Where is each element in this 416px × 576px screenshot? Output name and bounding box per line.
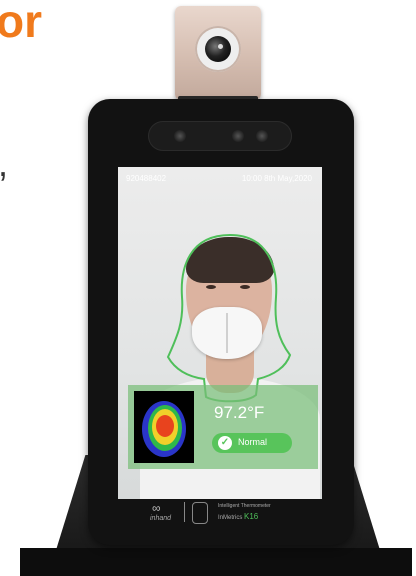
datetime: 10:00 8th May,2020 (241, 174, 312, 183)
temperature-reading: 97.2°F (214, 403, 265, 422)
headline-fragment: or (0, 0, 42, 47)
product-name: Intelligent Thermometer (218, 503, 271, 509)
device-id: 920488402 (126, 174, 167, 183)
status-row: 920488402 10:00 8th May,2020 (118, 167, 322, 191)
camera-lens-ring (195, 26, 241, 72)
thermal-camera-module (175, 6, 261, 100)
model-number: K16 (244, 512, 259, 521)
thermometer-icon (192, 502, 208, 524)
product-model-line: InMetrics K16 (218, 512, 258, 521)
brand-row: ∞ inhand Intelligent Thermometer InMetri… (88, 499, 354, 529)
brand-logo: ∞ inhand (150, 501, 176, 525)
brand-logo-text: inhand (150, 515, 172, 522)
status-label: Normal (238, 437, 268, 447)
ir-sensor-right (256, 130, 268, 142)
thermal-image (134, 391, 194, 463)
thermal-heat-hot (156, 415, 174, 437)
sensor-bar (148, 121, 292, 151)
brand-divider (184, 502, 185, 522)
lens-glint (218, 44, 223, 49)
stand-bottom (20, 548, 412, 576)
ir-sensor-left (174, 130, 186, 142)
temperature-result-panel: 97.2°F ✓ Normal (128, 385, 318, 469)
status-badge: ✓ Normal (212, 433, 292, 453)
ir-sensor-mid (232, 130, 244, 142)
headline-comma: , (0, 146, 8, 182)
check-icon: ✓ (218, 436, 232, 450)
thermometer-device: 920488402 10:00 8th May,2020 97.2°F ✓ No… (88, 99, 354, 545)
product-series: InMetrics (218, 515, 243, 521)
device-screen: 920488402 10:00 8th May,2020 97.2°F ✓ No… (118, 167, 322, 499)
camera-lens (205, 36, 231, 62)
brand-logo-mark: ∞ (152, 501, 161, 515)
